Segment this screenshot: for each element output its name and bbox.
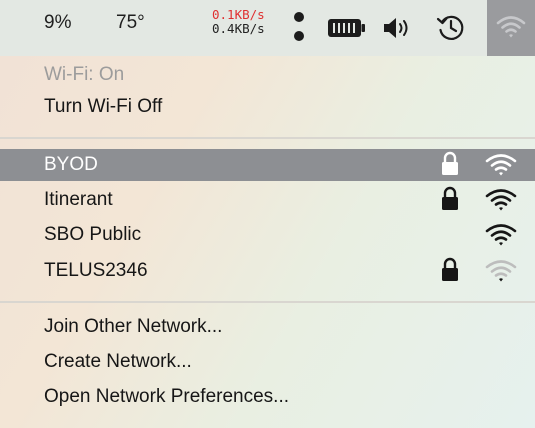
wifi-menu-extra[interactable]	[487, 0, 535, 56]
menu-separator	[0, 137, 535, 139]
network-speed-monitor[interactable]: 0.1KB/s 0.4KB/s	[212, 8, 265, 36]
wifi-signal-icon	[485, 154, 517, 176]
open-network-preferences-item[interactable]: Open Network Preferences...	[44, 386, 289, 408]
wifi-dropdown-menu: Wi-Fi: On Turn Wi-Fi Off BYOD Itinerant	[0, 56, 535, 428]
wifi-signal-icon	[485, 189, 517, 211]
wifi-icon	[496, 16, 526, 38]
battery-percent[interactable]: 9%	[44, 12, 71, 34]
network-name: Itinerant	[44, 189, 113, 210]
network-item-telus2346[interactable]: TELUS2346	[0, 255, 535, 287]
menu-separator	[0, 301, 535, 303]
turn-wifi-off-item[interactable]: Turn Wi-Fi Off	[44, 96, 162, 118]
network-item-byod[interactable]: BYOD	[0, 149, 535, 181]
lock-icon	[442, 151, 458, 175]
dots-icon[interactable]	[292, 9, 306, 45]
create-network-item[interactable]: Create Network...	[44, 351, 192, 373]
join-other-network-item[interactable]: Join Other Network...	[44, 316, 222, 338]
network-item-itinerant[interactable]: Itinerant	[0, 184, 535, 216]
battery-icon[interactable]	[327, 17, 367, 39]
time-machine-icon[interactable]	[436, 13, 466, 43]
network-name: SBO Public	[44, 224, 142, 245]
network-item-sbo-public[interactable]: SBO Public	[0, 219, 535, 251]
volume-icon[interactable]	[382, 16, 412, 40]
temperature-readout[interactable]: 75°	[116, 12, 145, 34]
net-download-rate: 0.4KB/s	[212, 21, 265, 36]
lock-icon	[442, 186, 458, 210]
wifi-status-label: Wi-Fi: On	[44, 64, 125, 85]
wifi-signal-icon	[485, 260, 517, 282]
menu-bar: 9% 75° 0.1KB/s 0.4KB/s	[0, 0, 535, 56]
wifi-signal-icon	[485, 224, 517, 246]
net-upload-rate: 0.1KB/s	[212, 7, 265, 22]
network-name: BYOD	[44, 154, 98, 175]
network-name: TELUS2346	[44, 260, 148, 281]
lock-icon	[442, 257, 458, 281]
